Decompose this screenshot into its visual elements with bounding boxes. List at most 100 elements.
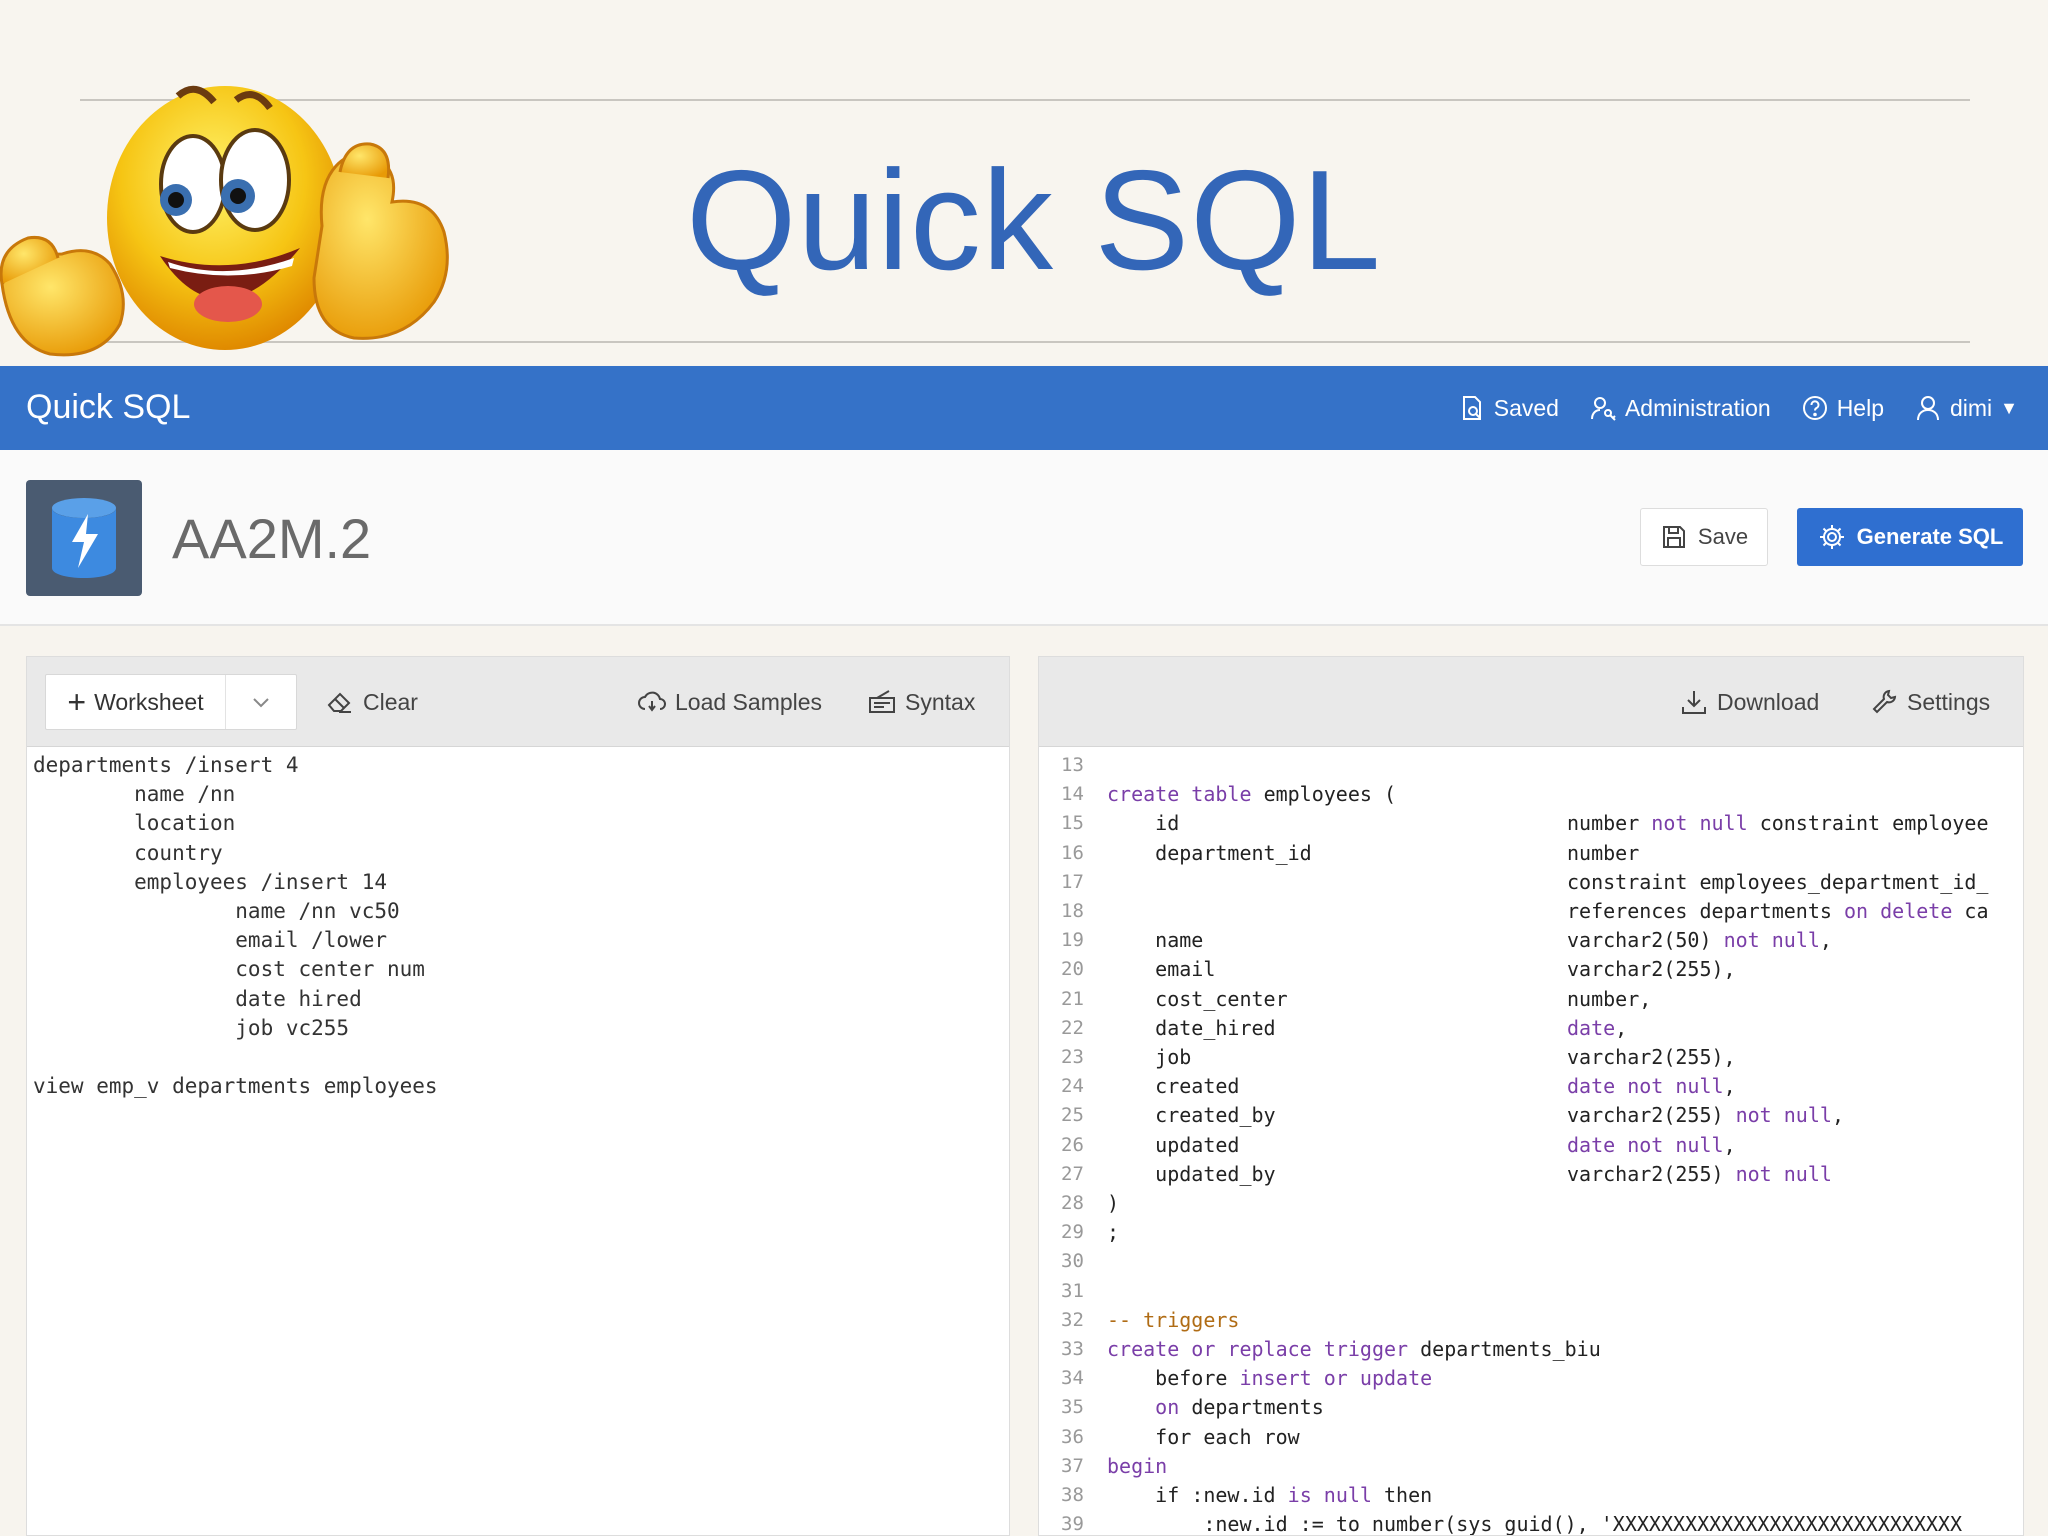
save-button-label: Save (1697, 524, 1749, 549)
code-line: 18 references departments on delete ca (1039, 897, 2023, 926)
worksheet-dropdown-button[interactable] (226, 675, 296, 729)
code-line: 25 created_by varchar2(255) not null, (1039, 1101, 2023, 1130)
save-button[interactable]: Save (1640, 508, 1768, 566)
worksheet-button-group: + Worksheet (45, 674, 297, 730)
editor-line: cost center num (33, 957, 425, 982)
line-number: 15 (1061, 812, 1084, 835)
code-line: 23 job varchar2(255), (1039, 1043, 2023, 1072)
line-number: 39 (1061, 1513, 1084, 1535)
code-text: begin (1107, 1453, 1168, 1478)
code-line: 17 constraint employees_department_id_ (1039, 868, 2023, 897)
code-text: -- triggers (1107, 1307, 1240, 1332)
code-text: :new.id := to_number(sys_guid(), 'XXXXXX… (1203, 1512, 1962, 1535)
code-line: 24 created date not null, (1039, 1072, 2023, 1101)
code-text: for each row (1155, 1424, 1300, 1449)
caret-down-icon: ▼ (2000, 397, 2018, 418)
line-number: 23 (1061, 1046, 1084, 1068)
line-number: 21 (1061, 987, 1084, 1010)
load-samples-label: Load Samples (675, 688, 823, 715)
floppy-disk-icon (1662, 526, 1685, 548)
editor-line: view emp_v departments employees (33, 1074, 438, 1099)
editor-line: name /nn vc50 (33, 898, 400, 923)
line-number: 33 (1061, 1338, 1084, 1360)
line-number: 35 (1061, 1396, 1084, 1419)
app-logo (26, 480, 142, 596)
code-line: 27 updated_by varchar2(255) not null (1039, 1160, 2023, 1189)
nav-administration[interactable]: Administration (1589, 394, 1771, 422)
code-line: 16 department_id number (1039, 839, 2023, 868)
line-number: 30 (1061, 1250, 1084, 1273)
line-number: 32 (1061, 1308, 1084, 1331)
code-line: 22 date_hired date, (1039, 1014, 2023, 1043)
nav-help[interactable]: Help (1801, 394, 1884, 422)
line-number: 27 (1061, 1162, 1084, 1185)
quicksql-editor[interactable]: departments /insert 4 name /nn location … (27, 747, 1009, 1535)
line-number: 26 (1061, 1133, 1084, 1156)
help-circle-icon (1802, 396, 1827, 420)
code-line: 29; (1039, 1218, 2023, 1247)
code-text: ; (1107, 1220, 1120, 1245)
slide-title: Quick SQL (686, 141, 1382, 300)
generate-sql-button[interactable]: Generate SQL (1797, 508, 2023, 566)
editor-line: location (33, 811, 236, 836)
syntax-button[interactable]: Syntax (867, 675, 975, 729)
app-bar: Quick SQL Saved Administration Help dimi… (0, 366, 2048, 450)
sql-output-toolbar: Download Settings (1039, 657, 2023, 747)
code-line: 26 updated date not null, (1039, 1131, 2023, 1160)
nav-user-label: dimi (1950, 394, 1993, 421)
code-line: 37 begin (1039, 1452, 2023, 1481)
line-number: 17 (1061, 870, 1084, 893)
code-line: 31 (1039, 1277, 2023, 1306)
sql-output-editor[interactable]: 13 14 create table employees (15 id number … (1039, 747, 2023, 1535)
code-line: 14 create table employees ( (1039, 780, 2023, 809)
line-number: 29 (1061, 1221, 1084, 1244)
code-text: ) (1107, 1191, 1120, 1215)
eraser-icon (327, 692, 351, 713)
plus-icon: + (67, 684, 87, 720)
generate-sql-label: Generate SQL (1856, 524, 2004, 549)
code-text: create or replace trigger departments_bi… (1107, 1337, 1601, 1361)
code-type-text: varchar2(255), (1567, 957, 1736, 982)
line-number: 18 (1061, 900, 1084, 922)
editor-line: name /nn (33, 782, 236, 807)
clear-button[interactable]: Clear (325, 675, 418, 729)
line-number: 20 (1061, 958, 1084, 981)
code-text: date_hired (1155, 1015, 1276, 1040)
thumbs-up-smiley-icon (0, 85, 449, 357)
clear-label: Clear (363, 688, 418, 715)
code-type-text: varchar2(255) not null (1567, 1161, 1832, 1186)
load-samples-button[interactable]: Load Samples (637, 675, 822, 729)
database-lightning-icon (52, 498, 116, 578)
code-line: 21 cost_center number, (1039, 985, 2023, 1014)
code-line: 32 -- triggers (1039, 1306, 2023, 1335)
line-number: 31 (1061, 1279, 1084, 1302)
wrench-icon (1872, 689, 1897, 714)
app-title[interactable]: Quick SQL (26, 388, 190, 427)
line-number: 37 (1061, 1454, 1084, 1477)
code-line: 19 name varchar2(50) not null, (1039, 926, 2023, 955)
code-type-text: date not null, (1567, 1074, 1736, 1099)
user-key-icon (1590, 397, 1616, 421)
code-text: updated (1155, 1132, 1240, 1157)
download-button[interactable]: Download (1679, 675, 1819, 729)
worksheet-label: Worksheet (94, 688, 204, 715)
cloud-sync-icon (638, 691, 666, 712)
nav-user-menu[interactable]: dimi ▼ (1914, 394, 2018, 422)
settings-button[interactable]: Settings (1869, 675, 1990, 729)
line-number: 16 (1061, 841, 1084, 864)
document-search-icon (1462, 396, 1481, 420)
worksheet-button[interactable]: + Worksheet (46, 675, 226, 729)
code-type-text: varchar2(255), (1567, 1045, 1736, 1069)
chevron-down-icon (253, 698, 269, 708)
code-text: cost_center (1155, 986, 1288, 1011)
code-line: 20 email varchar2(255), (1039, 955, 2023, 984)
editor-line: country (33, 840, 223, 865)
code-type-text: date not null, (1567, 1132, 1736, 1157)
quicksql-panel: + Worksheet Clear Load Samples Syntax de… (26, 656, 1010, 1536)
code-text: before insert or update (1155, 1366, 1433, 1391)
user-icon (1917, 396, 1939, 421)
line-number: 14 (1061, 783, 1084, 806)
line-number: 13 (1061, 754, 1084, 776)
page-title: AA2M.2 (172, 507, 372, 570)
nav-saved[interactable]: Saved (1458, 394, 1559, 422)
